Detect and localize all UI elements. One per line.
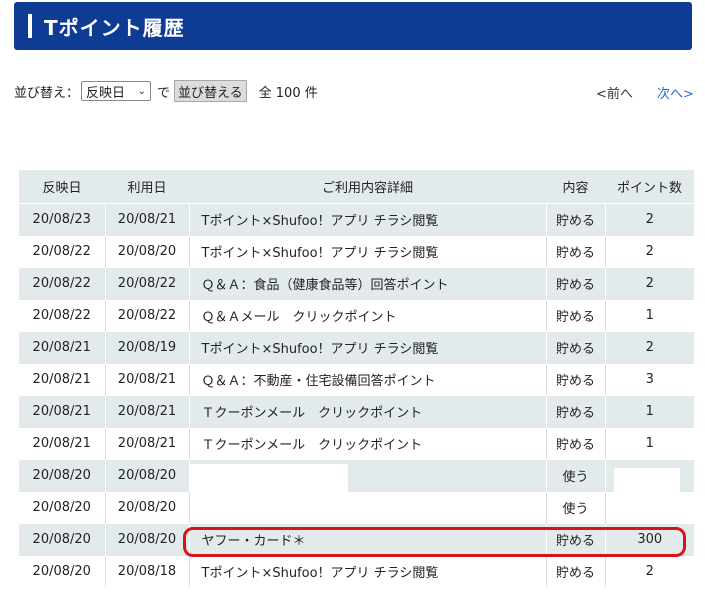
reflect-date-cell: 20/08/20 [19,459,106,492]
reflect-date-cell: 20/08/21 [19,395,106,428]
chevron-down-icon: ⌄ [137,85,147,97]
reflect-date-cell: 20/08/22 [19,267,106,300]
redacted-detail-box [190,464,348,494]
detail-cell: Ｑ＆Ａメール クリックポイント [189,299,547,332]
table-row: 20/08/21 20/08/21 Ｔクーポンメール クリックポイント 貯める … [19,395,694,428]
header-accent-bar [28,14,32,38]
points-cell: 2 [605,235,694,268]
sort-select[interactable]: 反映日 ⌄ [81,81,152,101]
points-cell [605,491,694,524]
detail-cell: Ｑ＆Ａ：食品（健康食品等）回答ポイント [189,267,547,300]
table-row: 20/08/20 20/08/18 Tポイント×Shufoo！アプリ チラシ閲覧… [19,555,694,587]
column-header-points: ポイント数 [605,170,694,204]
reflect-date-cell: 20/08/21 [19,427,106,460]
sort-select-value: 反映日 [86,85,126,101]
use-date-cell: 20/08/20 [105,235,190,268]
type-cell: 貯める [546,235,606,268]
use-date-cell: 20/08/20 [105,523,190,556]
type-cell: 貯める [546,331,606,364]
table-row: 20/08/23 20/08/21 Tポイント×Shufoo！アプリ チラシ閲覧… [19,203,694,236]
type-cell: 使う [546,491,606,524]
points-cell: 3 [605,363,694,396]
reflect-date-cell: 20/08/20 [19,491,106,524]
reflect-date-cell: 20/08/21 [19,363,106,396]
table-header-row: 反映日 利用日 ご利用内容詳細 内容 ポイント数 [19,170,694,204]
points-cell: 1 [605,395,694,428]
points-cell: 2 [605,555,694,587]
reflect-date-cell: 20/08/20 [19,555,106,587]
type-cell: 貯める [546,299,606,332]
reflect-date-cell: 20/08/23 [19,203,106,236]
total-count: 全 100 件 [258,85,318,101]
detail-cell: Tポイント×Shufoo！アプリ チラシ閲覧 [189,331,547,364]
detail-cell: Tポイント×Shufoo！アプリ チラシ閲覧 [189,555,547,587]
detail-cell: Ｔクーポンメール クリックポイント [189,395,547,428]
use-date-cell: 20/08/20 [105,459,190,492]
reflect-date-cell: 20/08/22 [19,299,106,332]
table-row: 20/08/21 20/08/19 Tポイント×Shufoo！アプリ チラシ閲覧… [19,331,694,364]
use-date-cell: 20/08/22 [105,299,190,332]
table-row: 20/08/21 20/08/21 Ｔクーポンメール クリックポイント 貯める … [19,427,694,460]
type-cell: 貯める [546,427,606,460]
redacted-points-box [614,468,680,494]
page-title: Tポイント履歴 [44,16,185,40]
table-row: 20/08/22 20/08/22 Ｑ＆Ａメール クリックポイント 貯める 1 [19,299,694,332]
detail-cell: Ｔクーポンメール クリックポイント [189,427,547,460]
table-row: 20/08/20 20/08/20 使う [19,491,694,524]
points-history-table: 反映日 利用日 ご利用内容詳細 内容 ポイント数 20/08/23 20/08/… [19,170,694,587]
use-date-cell: 20/08/21 [105,203,190,236]
column-header-detail: ご利用内容詳細 [189,170,546,204]
type-cell: 使う [546,459,606,492]
page-header: Tポイント履歴 [14,2,692,50]
sort-label: 並び替え： [14,85,80,101]
reflect-date-cell: 20/08/21 [19,331,106,364]
detail-cell: Ｑ＆Ａ：不動産・住宅設備回答ポイント [189,363,547,396]
points-cell: 2 [605,331,694,364]
type-cell: 貯める [546,555,606,587]
points-cell: 2 [605,203,694,236]
column-header-use-date: 利用日 [105,170,189,204]
use-date-cell: 20/08/21 [105,427,190,460]
use-date-cell: 20/08/18 [105,555,190,587]
reflect-date-cell: 20/08/22 [19,235,106,268]
use-date-cell: 20/08/21 [105,395,190,428]
sort-button[interactable]: 並び替える [174,80,247,102]
use-date-cell: 20/08/20 [105,491,190,524]
points-cell: 1 [605,299,694,332]
table-row: 20/08/22 20/08/22 Ｑ＆Ａ：食品（健康食品等）回答ポイント 貯め… [19,267,694,300]
column-header-reflect-date: 反映日 [19,170,105,204]
table-row: 20/08/20 20/08/20 使う [19,459,694,492]
table-row: 20/08/21 20/08/21 Ｑ＆Ａ：不動産・住宅設備回答ポイント 貯める… [19,363,694,396]
column-header-type: 内容 [546,170,605,204]
sort-de-label: で [157,85,171,101]
points-cell: 1 [605,427,694,460]
reflect-date-cell: 20/08/20 [19,523,106,556]
detail-cell [189,491,547,524]
use-date-cell: 20/08/19 [105,331,190,364]
type-cell: 貯める [546,203,606,236]
detail-cell: Tポイント×Shufoo！アプリ チラシ閲覧 [189,235,547,268]
detail-cell: Tポイント×Shufoo！アプリ チラシ閲覧 [189,203,547,236]
type-cell: 貯める [546,395,606,428]
use-date-cell: 20/08/21 [105,363,190,396]
highlight-annotation [183,527,686,557]
use-date-cell: 20/08/22 [105,267,190,300]
type-cell: 貯める [546,267,606,300]
points-cell: 2 [605,267,694,300]
type-cell: 貯める [546,363,606,396]
sort-bar: 並び替え： 反映日 ⌄ で 並び替える 全 100 件 [14,80,318,102]
prev-page-link[interactable]: <前へ [596,83,633,102]
table-row: 20/08/22 20/08/20 Tポイント×Shufoo！アプリ チラシ閲覧… [19,235,694,268]
next-page-link[interactable]: 次へ> [657,83,694,102]
